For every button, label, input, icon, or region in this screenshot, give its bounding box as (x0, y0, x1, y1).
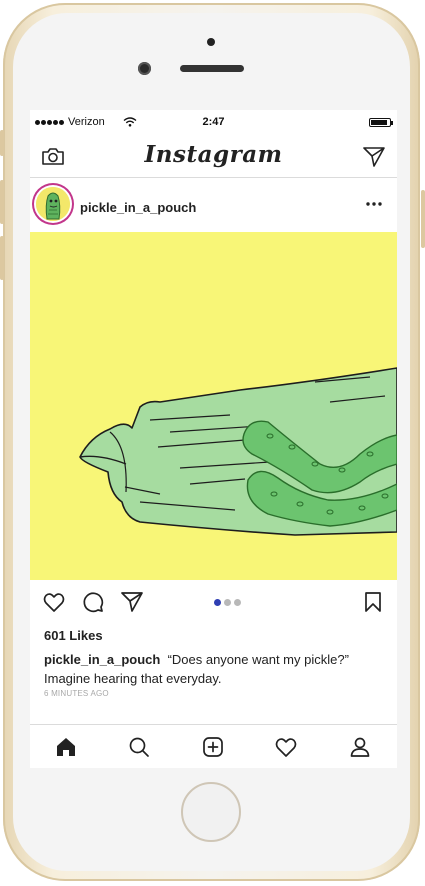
heart-icon[interactable] (42, 590, 66, 614)
pickle-in-pouch-illustration (30, 232, 397, 580)
activity-icon[interactable] (274, 735, 298, 759)
comment-icon[interactable] (81, 590, 105, 614)
pickle-avatar-icon (36, 187, 70, 221)
app-logo: Instagram (144, 141, 283, 168)
carousel-dot (224, 599, 231, 606)
post-header: pickle_in_a_pouch (30, 178, 397, 232)
status-bar: Verizon 2:47 (30, 110, 397, 134)
earpiece-speaker (180, 65, 244, 72)
carousel-indicator (214, 599, 241, 606)
post-image[interactable] (30, 232, 397, 580)
avatar[interactable] (36, 187, 70, 221)
search-icon[interactable] (127, 735, 151, 759)
app-header: Instagram (30, 134, 397, 178)
post-caption: pickle_in_a_pouch “Does anyone want my p… (44, 650, 384, 688)
front-camera (138, 62, 151, 75)
more-options-icon[interactable] (365, 198, 383, 210)
post-username[interactable]: pickle_in_a_pouch (80, 200, 196, 215)
likes-count[interactable]: 601 Likes (44, 628, 103, 643)
proximity-sensor (207, 38, 215, 46)
share-icon[interactable] (120, 590, 144, 614)
new-post-icon[interactable] (201, 735, 225, 759)
clock: 2:47 (202, 116, 225, 128)
tab-bar (30, 724, 397, 768)
caption-username[interactable]: pickle_in_a_pouch (44, 652, 160, 667)
profile-icon[interactable] (348, 735, 372, 759)
post-timestamp: 6 MINUTES AGO (44, 689, 109, 698)
phone-screen: Verizon 2:47 Instagram pickle_in_a_pouch… (30, 110, 397, 768)
home-icon[interactable] (54, 735, 78, 759)
carousel-dot (234, 599, 241, 606)
bookmark-icon[interactable] (361, 590, 385, 614)
post-actions (30, 580, 397, 624)
volume-up-button (0, 180, 4, 224)
carousel-dot (214, 599, 221, 606)
battery-icon (369, 118, 393, 127)
mute-switch (0, 130, 4, 156)
volume-down-button (0, 236, 4, 280)
home-button[interactable] (181, 782, 241, 842)
power-button (421, 190, 425, 248)
direct-message-icon[interactable] (361, 143, 387, 169)
